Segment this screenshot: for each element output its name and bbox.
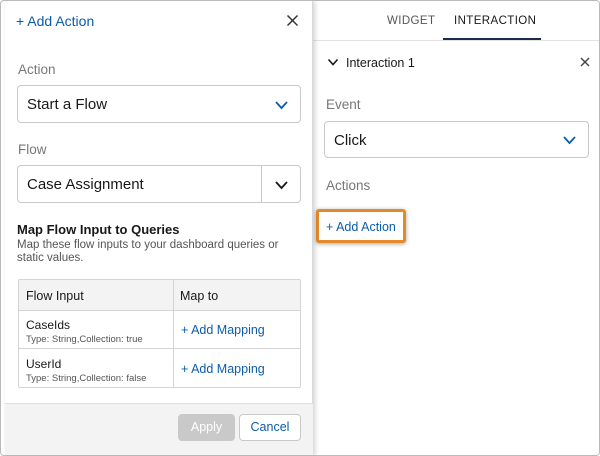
tab-interaction[interactable]: INTERACTION bbox=[454, 15, 536, 27]
flow-input-type: Type: String,Collection: false bbox=[26, 373, 147, 384]
flow-input-type: Type: String,Collection: true bbox=[26, 334, 143, 345]
event-label: Event bbox=[326, 97, 361, 112]
chevron-down-icon bbox=[563, 136, 576, 145]
add-action-button[interactable]: + Add Action bbox=[316, 209, 406, 243]
close-icon[interactable] bbox=[286, 14, 299, 27]
panel-title[interactable]: + Add Action bbox=[16, 13, 94, 29]
map-section-title: Map Flow Input to Queries bbox=[17, 222, 180, 237]
apply-button[interactable]: Apply bbox=[178, 414, 235, 441]
add-action-label: + Add Action bbox=[326, 220, 396, 234]
active-tab-indicator bbox=[443, 38, 541, 40]
flow-select-value: Case Assignment bbox=[27, 176, 144, 193]
select-divider bbox=[261, 166, 262, 202]
add-mapping-link[interactable]: + Add Mapping bbox=[181, 323, 265, 337]
column-header-flow-input: Flow Input bbox=[26, 289, 84, 303]
panel-footer: Apply Cancel bbox=[5, 403, 313, 455]
flow-select[interactable]: Case Assignment bbox=[17, 165, 301, 203]
interaction-header[interactable]: Interaction 1 bbox=[325, 53, 591, 73]
action-select[interactable]: Start a Flow bbox=[17, 85, 301, 123]
tab-bar: WIDGET INTERACTION bbox=[313, 1, 599, 41]
interaction-title: Interaction 1 bbox=[346, 56, 415, 70]
event-select-value: Click bbox=[334, 132, 367, 149]
add-action-panel: + Add Action Action Start a Flow Flow Ca… bbox=[5, 1, 313, 455]
cancel-button[interactable]: Cancel bbox=[239, 414, 301, 441]
column-header-map-to: Map to bbox=[180, 289, 219, 303]
action-select-value: Start a Flow bbox=[27, 96, 108, 113]
app-screen: WIDGET INTERACTION Interaction 1 Event C… bbox=[0, 0, 600, 456]
table-row: UserId Type: String,Collection: false + … bbox=[19, 350, 300, 388]
flow-input-name: CaseIds bbox=[26, 318, 71, 332]
add-mapping-link[interactable]: + Add Mapping bbox=[181, 362, 265, 376]
flow-label: Flow bbox=[18, 142, 47, 157]
chevron-down-icon[interactable] bbox=[327, 56, 339, 68]
panel-header: + Add Action bbox=[5, 1, 313, 41]
actions-label: Actions bbox=[326, 178, 371, 193]
table-row: CaseIds Type: String,Collection: true + … bbox=[19, 311, 300, 349]
chevron-down-icon[interactable] bbox=[275, 180, 288, 190]
table-header: Flow Input Map to bbox=[19, 280, 300, 311]
event-select[interactable]: Click bbox=[324, 121, 589, 158]
flow-input-table: Flow Input Map to CaseIds Type: String,C… bbox=[18, 279, 301, 388]
flow-input-name: UserId bbox=[26, 357, 62, 371]
action-label: Action bbox=[18, 62, 56, 77]
properties-panel: WIDGET INTERACTION Interaction 1 Event C… bbox=[313, 1, 599, 455]
tab-widget[interactable]: WIDGET bbox=[387, 15, 435, 27]
close-icon[interactable] bbox=[579, 56, 591, 68]
chevron-down-icon bbox=[275, 101, 288, 110]
map-section-description: Map these flow inputs to your dashboard … bbox=[17, 239, 279, 264]
